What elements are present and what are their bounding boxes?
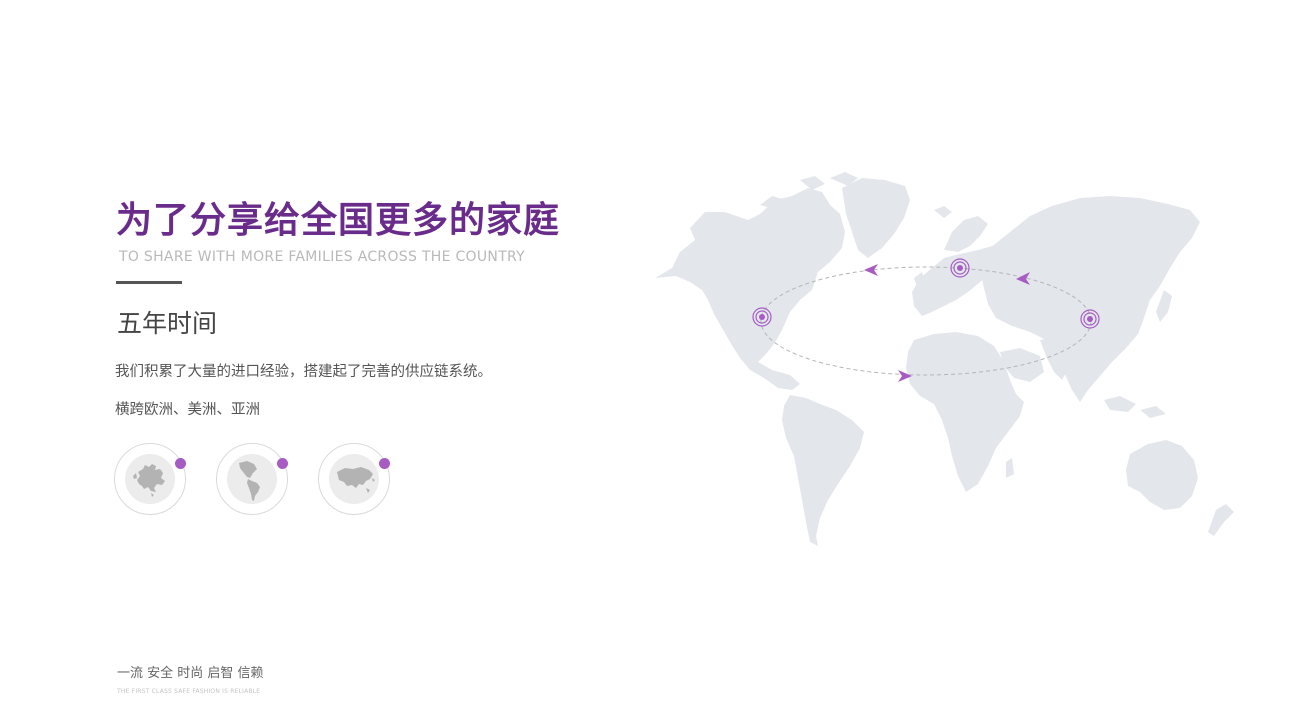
badge-dot xyxy=(277,458,288,469)
australia-shape xyxy=(1126,440,1198,510)
world-map xyxy=(655,172,1234,546)
continent-badge-europe xyxy=(114,443,186,515)
location-marker-icon xyxy=(950,258,970,278)
section-description: 我们积累了大量的进口经验，搭建起了完善的供应链系统。 xyxy=(115,364,492,380)
section-heading: 五年时间 xyxy=(117,309,218,338)
footer-slogan-en: THE FIRST CLASS SAFE FASHION IS RELIABLE xyxy=(117,688,261,695)
continent-badge-americas xyxy=(216,443,288,515)
americas-map-icon xyxy=(239,461,260,501)
title-divider xyxy=(116,281,182,284)
north-america-shape xyxy=(655,188,845,390)
asia-map-icon xyxy=(337,467,375,493)
location-marker-icon xyxy=(752,307,772,327)
page-subtitle-en: TO SHARE WITH MORE FAMILIES ACROSS THE C… xyxy=(119,249,526,265)
footer-slogan: 一流 安全 时尚 启智 信赖 xyxy=(117,666,264,681)
section-regions: 横跨欧洲、美洲、亚洲 xyxy=(115,402,260,418)
south-america-shape xyxy=(782,395,864,546)
europe-map-icon xyxy=(133,464,165,497)
page-title: 为了分享给全国更多的家庭 xyxy=(116,200,561,241)
continent-badge-asia xyxy=(318,443,390,515)
greenland-shape xyxy=(842,178,910,258)
badge-dot xyxy=(175,458,186,469)
badge-dot xyxy=(379,458,390,469)
location-marker-icon xyxy=(1080,309,1100,329)
